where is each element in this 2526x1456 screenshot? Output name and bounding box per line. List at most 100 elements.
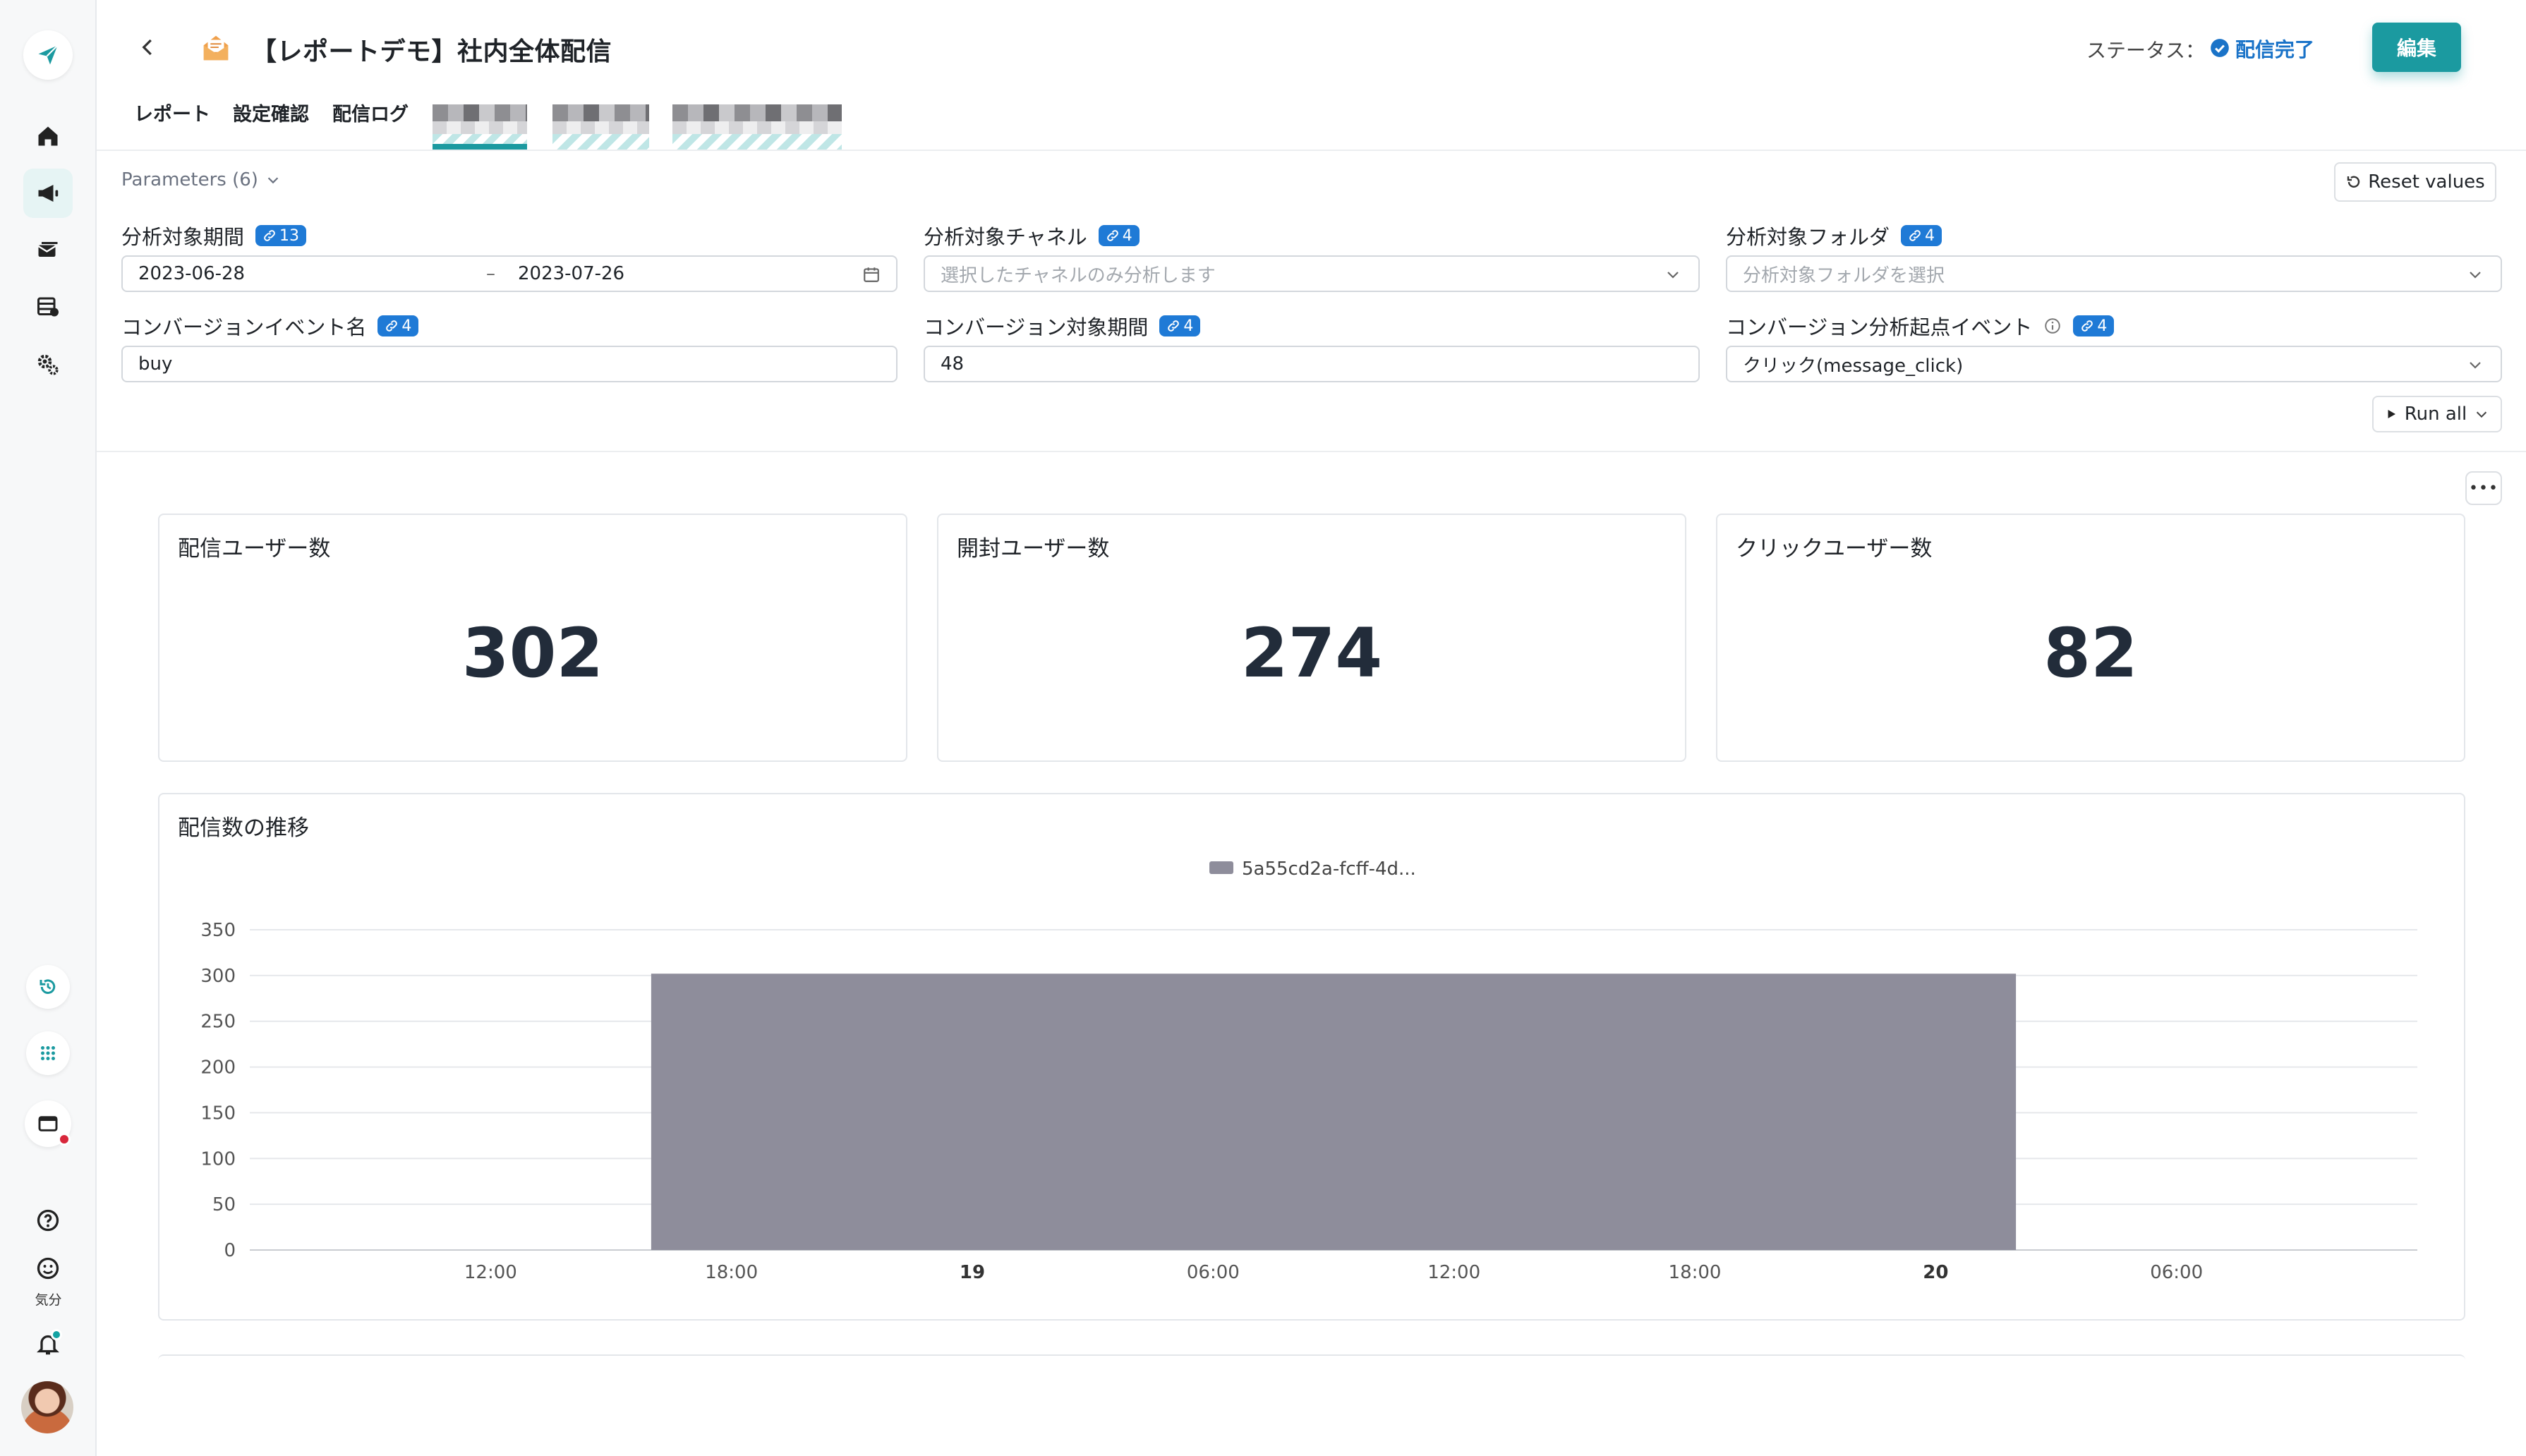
folder-select[interactable]: 分析対象フォルダを選択 <box>1726 255 2502 292</box>
chevron-down-icon[interactable] <box>2474 406 2489 422</box>
tab-settings[interactable]: 設定確認 <box>233 99 309 126</box>
info-icon[interactable] <box>2043 317 2062 335</box>
legend-swatch <box>1209 861 1233 874</box>
x-tick-label: 18:00 <box>705 1262 758 1283</box>
kpi-title: クリックユーザー数 <box>1736 536 1933 562</box>
home-icon[interactable] <box>23 111 73 161</box>
period-end-date[interactable]: 2023-07-26 <box>518 263 624 284</box>
play-icon <box>2388 410 2395 418</box>
chevron-left-icon <box>142 39 152 56</box>
param-period-label: 分析対象期間 13 <box>121 221 307 250</box>
period-date-range-input[interactable]: 2023-06-28 – 2023-07-26 <box>121 255 898 292</box>
param-conversion-period-text: コンバージョン対象期間 <box>924 315 1149 339</box>
parameters-divider <box>97 451 2526 452</box>
param-channel-label: 分析対象チャネル 4 <box>924 221 1140 250</box>
parameters-toggle-label: Parameters (6) <box>121 169 258 190</box>
check-circle-icon <box>2211 39 2229 57</box>
param-origin-event-text: コンバージョン分析起点イベント <box>1726 315 2033 339</box>
notification-dot <box>51 1329 62 1340</box>
param-folder-label: 分析対象フォルダ 4 <box>1726 221 1942 250</box>
param-origin-event-badge-count: 4 <box>2097 317 2108 335</box>
param-conversion-event-label: コンバージョンイベント名 4 <box>121 311 419 341</box>
history-icon[interactable] <box>26 965 70 1009</box>
param-conversion-event-text: コンバージョンイベント名 <box>121 315 367 339</box>
kpi-card-delivered: 配信ユーザー数 302 <box>158 514 907 762</box>
conversion-period-value: 48 <box>941 353 965 375</box>
more-options-button[interactable]: ••• <box>2465 471 2502 505</box>
settings-gears-icon[interactable] <box>23 340 73 389</box>
back-button[interactable] <box>134 33 162 61</box>
segment-table-icon[interactable] <box>23 282 73 332</box>
envelope-open-icon <box>203 35 229 61</box>
link-icon <box>386 320 398 332</box>
calendar-icon[interactable] <box>862 265 881 284</box>
bell-icon[interactable] <box>23 1319 73 1369</box>
x-tick-label: 06:00 <box>1187 1262 1240 1283</box>
param-channel-badge[interactable]: 4 <box>1098 225 1140 246</box>
y-tick-label: 150 <box>200 1103 236 1124</box>
x-tick-label: 19 <box>960 1262 985 1283</box>
tab-redacted-1[interactable] <box>433 96 527 150</box>
tab-redacted-3[interactable] <box>672 96 842 150</box>
param-period-text: 分析対象期間 <box>121 225 245 249</box>
conversion-period-input[interactable]: 48 <box>924 346 1700 382</box>
reset-values-button[interactable]: Reset values <box>2334 162 2496 202</box>
tab-report[interactable]: レポート <box>134 99 210 126</box>
chevron-down-icon <box>1667 272 1679 279</box>
left-rail: 気分 <box>0 0 97 1456</box>
link-icon <box>1168 320 1180 332</box>
param-folder-badge[interactable]: 4 <box>1901 225 1942 246</box>
send-logo-icon[interactable] <box>23 30 73 80</box>
param-origin-event-badge[interactable]: 4 <box>2073 315 2115 336</box>
reset-icon <box>2347 176 2360 188</box>
reset-values-label: Reset values <box>2368 171 2485 193</box>
mail-stack-icon[interactable] <box>23 226 73 275</box>
heart-badge-icon <box>58 1133 71 1146</box>
x-tick-label: 06:00 <box>2150 1262 2203 1283</box>
origin-event-value: クリック(message_click) <box>1743 355 1964 377</box>
help-icon[interactable] <box>23 1196 73 1245</box>
user-avatar[interactable] <box>21 1381 73 1433</box>
param-channel-text: 分析対象チャネル <box>924 225 1087 249</box>
channel-select[interactable]: 選択したチャネルのみ分析します <box>924 255 1700 292</box>
run-all-button[interactable]: Run all <box>2372 396 2502 432</box>
tab-redacted-2[interactable] <box>552 96 649 150</box>
edit-button[interactable]: 編集 <box>2372 23 2461 72</box>
kpi-value: 302 <box>461 614 604 693</box>
conversion-event-input[interactable]: buy <box>121 346 898 382</box>
y-tick-label: 200 <box>200 1057 236 1079</box>
param-conversion-event-badge[interactable]: 4 <box>377 315 419 336</box>
period-start-date[interactable]: 2023-06-28 <box>138 263 245 284</box>
bar <box>651 973 2017 1250</box>
param-period-badge[interactable]: 13 <box>255 225 307 246</box>
chevron-down-icon <box>2470 272 2481 279</box>
link-icon <box>1106 230 1118 241</box>
origin-event-select[interactable]: クリック(message_click) <box>1726 346 2502 382</box>
x-tick-label: 20 <box>1923 1262 1948 1283</box>
chevron-down-icon <box>2470 362 2481 369</box>
folder-select-placeholder: 分析対象フォルダを選択 <box>1743 265 1945 286</box>
x-tick-label: 12:00 <box>464 1262 517 1283</box>
parameters-toggle[interactable]: Parameters (6) <box>121 169 281 190</box>
param-conversion-period-badge[interactable]: 4 <box>1159 315 1201 336</box>
apps-grid-icon[interactable] <box>26 1031 70 1075</box>
x-tick-label: 12:00 <box>1427 1262 1480 1283</box>
param-conversion-period-label: コンバージョン対象期間 4 <box>924 311 1201 341</box>
y-tick-label: 300 <box>200 966 236 987</box>
tab-delivery-log[interactable]: 配信ログ <box>332 99 409 126</box>
megaphone-icon[interactable] <box>23 169 73 218</box>
page-title: 【レポートデモ】社内全体配信 <box>251 37 612 66</box>
y-tick-label: 250 <box>200 1012 236 1033</box>
kpi-title: 開封ユーザー数 <box>957 536 1110 562</box>
y-tick-label: 100 <box>200 1148 236 1170</box>
conversion-event-value: buy <box>138 353 173 375</box>
link-icon <box>1909 230 1921 241</box>
y-tick-label: 50 <box>212 1194 236 1215</box>
delivery-trend-chart: 0 50 100 150 200 250 300 350 12:00 18:00 19 06:00 12… <box>200 859 2417 1283</box>
param-origin-event-label: コンバージョン分析起点イベント 4 <box>1726 311 2115 341</box>
mood-smile-icon[interactable] <box>23 1249 73 1288</box>
param-conversion-event-badge-count: 4 <box>401 317 412 335</box>
kpi-value: 274 <box>1240 614 1383 693</box>
channel-select-placeholder: 選択したチャネルのみ分析します <box>941 265 1216 286</box>
y-tick-label: 350 <box>200 920 236 941</box>
